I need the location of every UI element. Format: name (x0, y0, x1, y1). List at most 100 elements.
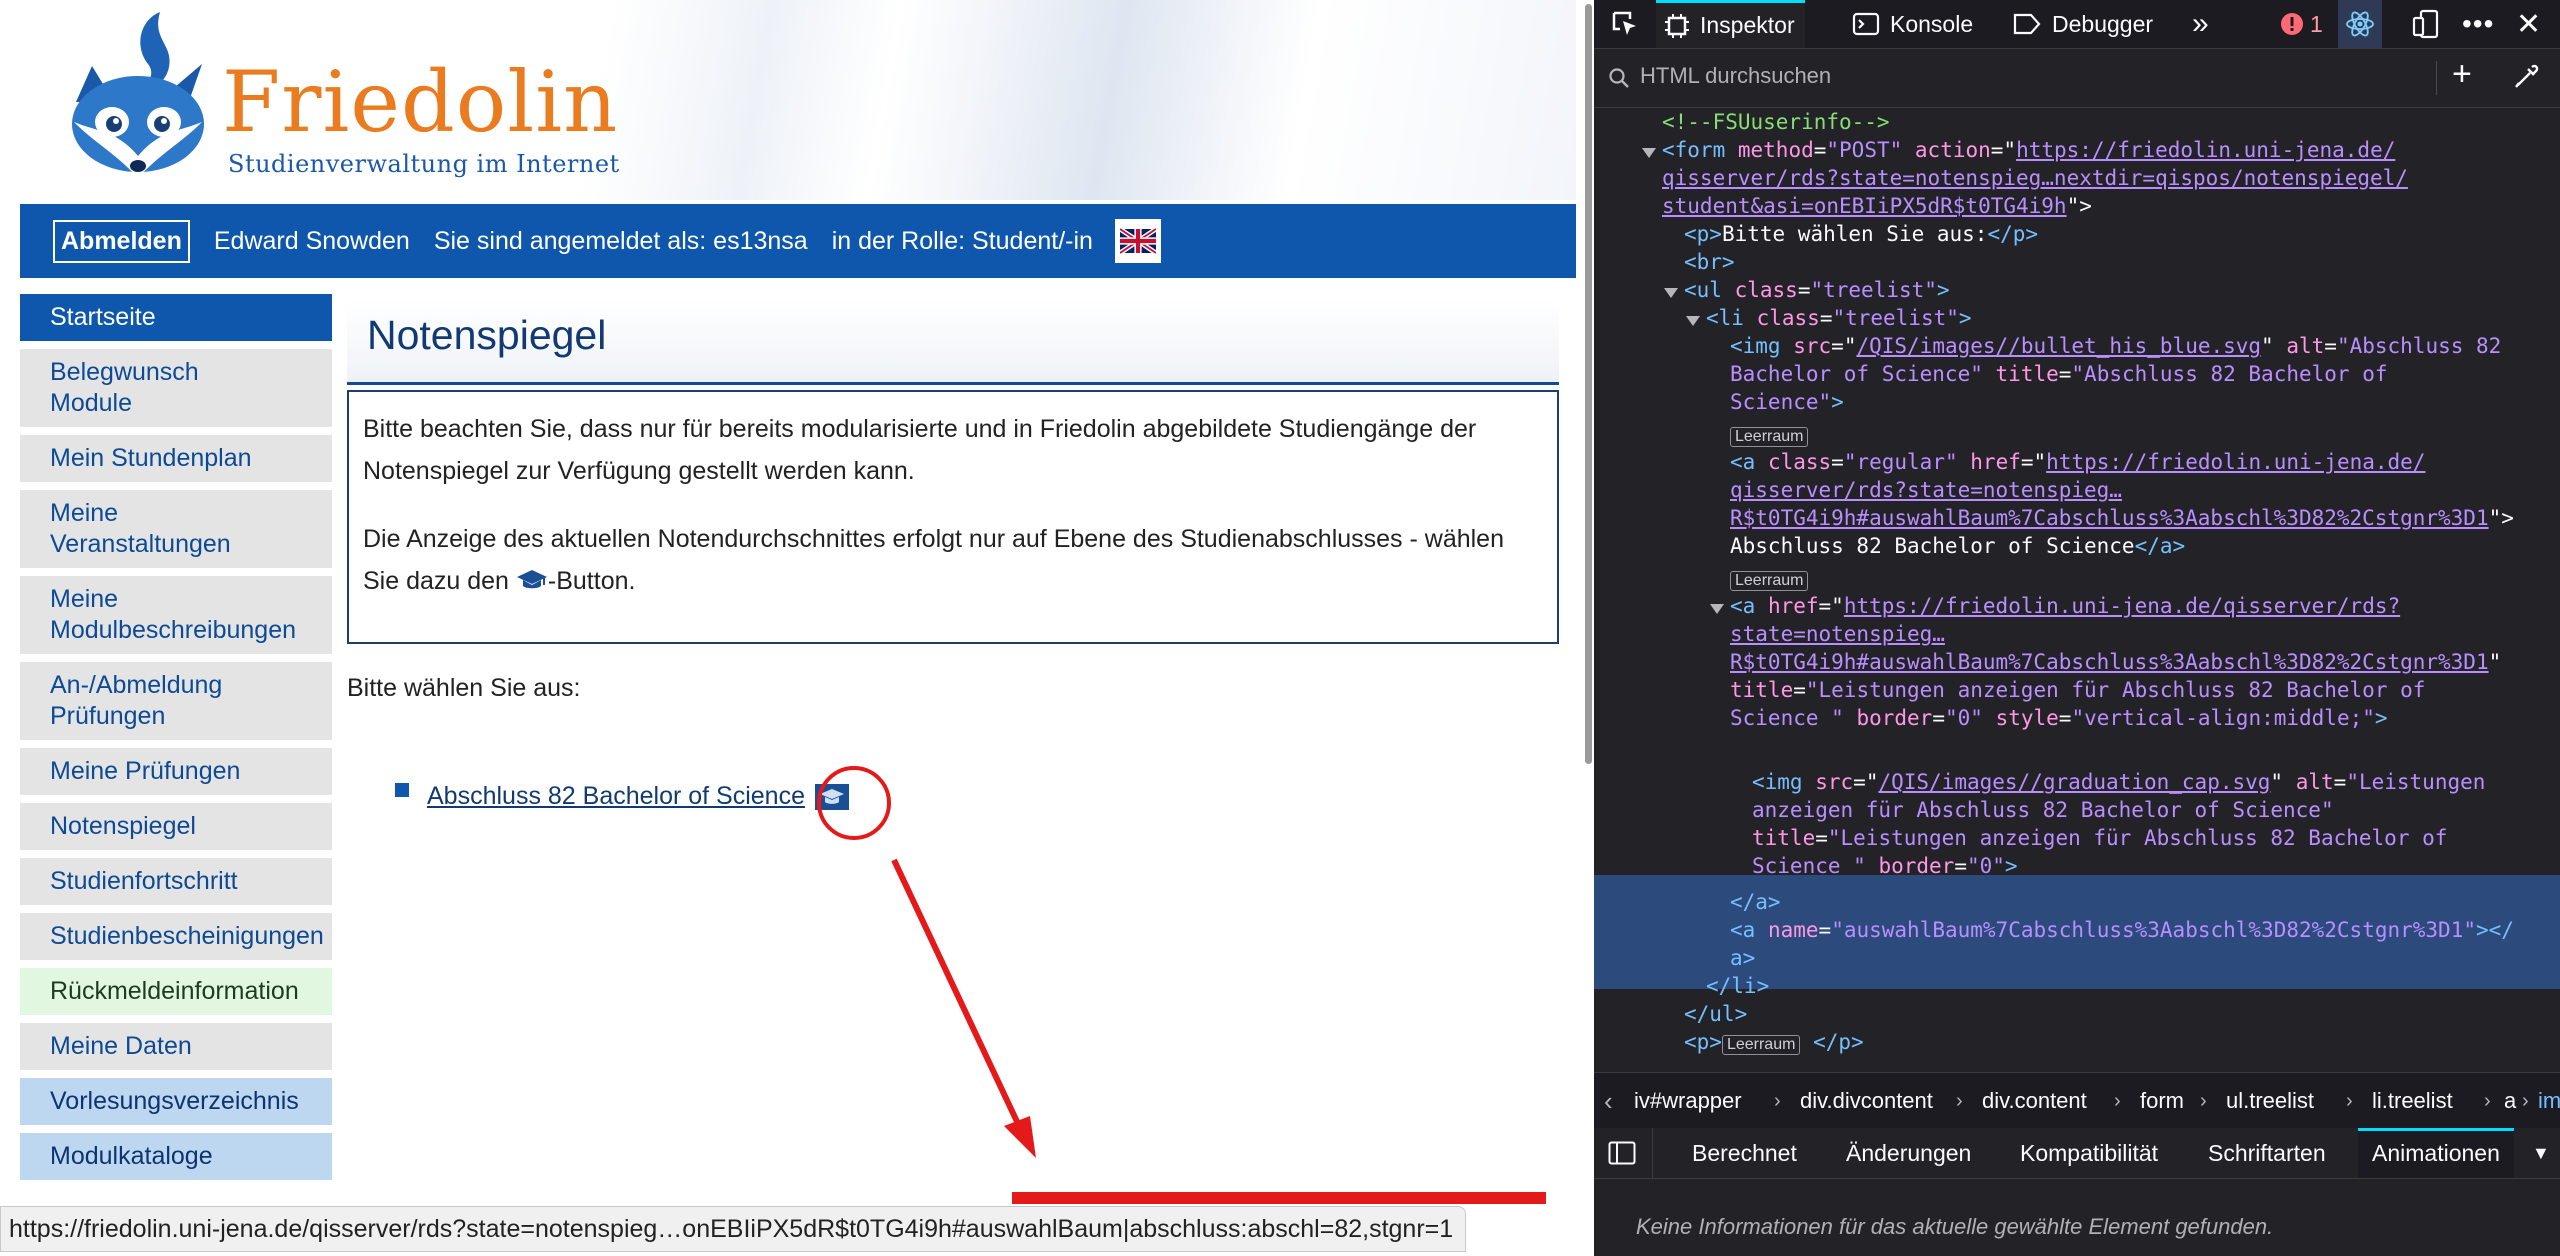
element-picker-icon[interactable] (1610, 0, 1640, 48)
tab-inspector[interactable]: Inspektor (1656, 0, 1805, 48)
sidebar-item-rueckmeldeinformation[interactable]: Rückmeldeinformation (20, 968, 332, 1015)
user-name: Edward Snowden (213, 226, 410, 255)
dom-node-li[interactable]: <li class="treelist"> (1706, 304, 1972, 332)
panel-tab-compatibility[interactable]: Kompatibilität (2020, 1128, 2158, 1178)
degree-tree-item: Abschluss 82 Bachelor of Science (395, 782, 849, 811)
responsive-mode-icon[interactable] (2412, 0, 2440, 48)
tab-inspector-label: Inspektor (1700, 12, 1795, 38)
dom-node-img-cap-line4: Science " border="0"> (1752, 854, 2018, 878)
link-status-bar: https://friedolin.uni-jena.de/qisserver/… (0, 1206, 1467, 1252)
dom-node-p-empty[interactable]: <p> Leerraum </p> (1684, 1028, 1864, 1056)
fox-mascot-icon (72, 12, 204, 178)
breadcrumb-separator-icon: › (1956, 1090, 1963, 1112)
html-search-input[interactable]: HTML durchsuchen (1640, 63, 1831, 89)
expand-triangle-icon[interactable] (1642, 148, 1656, 158)
login-info: Sie sind angemeldet als: es13nsa (433, 226, 808, 255)
react-devtools-icon[interactable] (2338, 0, 2382, 48)
sidebar-item-studienbescheinigungen[interactable]: Studienbescheinigungen (20, 913, 332, 960)
sidebar-item-stundenplan[interactable]: Mein Stundenplan (20, 435, 332, 482)
sidebar-item-studienfortschritt[interactable]: Studienfortschritt (20, 858, 332, 905)
dom-node-a-regular[interactable]: <a class="regular" href="https://friedol… (1730, 448, 2425, 476)
toggle-sidebar-icon[interactable] (1608, 1141, 1636, 1165)
breadcrumb-item[interactable]: li.treelist (2372, 1073, 2453, 1129)
graduation-cap-icon (516, 570, 547, 589)
breadcrumb-item[interactable]: iv#wrapper (1634, 1073, 1742, 1129)
panel-tabs-overflow-icon[interactable]: ▼ (2532, 1128, 2550, 1178)
degree-link[interactable]: Abschluss 82 Bachelor of Science (427, 782, 805, 811)
sidebar-nav: Startseite Belegwunsch Module Mein Stund… (20, 294, 332, 1188)
panel-tab-changes[interactable]: Änderungen (1846, 1128, 1971, 1178)
sidebar-item-notenspiegel[interactable]: Notenspiegel (20, 803, 332, 850)
tab-console[interactable]: Konsole (1852, 0, 1973, 48)
debugger-icon (2013, 13, 2041, 35)
breadcrumb-item[interactable]: div.divcontent (1800, 1073, 1933, 1129)
dom-node-img-cap-line3: title="Leistungen anzeigen für Abschluss… (1752, 826, 2448, 850)
sidebar-item-modulbeschreibungen[interactable]: Meine Modulbeschreibungen (20, 576, 332, 654)
more-options-icon[interactable]: ••• (2462, 0, 2494, 48)
breadcrumb-item[interactable]: div.content (1982, 1073, 2087, 1129)
inspector-icon (1665, 13, 1689, 38)
dom-node-a-anchor-close: a> (1730, 946, 1756, 970)
uk-flag-icon[interactable] (1114, 219, 1161, 263)
tab-debugger[interactable]: Debugger (2012, 0, 2153, 48)
breadcrumb-scroll-left-icon[interactable]: ‹ (1604, 1073, 1613, 1129)
breadcrumb-item[interactable]: ul.treelist (2226, 1073, 2314, 1129)
logout-button[interactable]: Abmelden (53, 219, 190, 263)
sidebar-panel-tabs: Berechnet Änderungen Kompatibilität Schr… (1594, 1128, 2560, 1179)
expand-triangle-icon[interactable] (1664, 288, 1678, 298)
panel-tab-computed[interactable]: Berechnet (1692, 1128, 1797, 1178)
page-title: Notenspiegel (367, 312, 607, 358)
dom-node-br[interactable]: <br> (1684, 248, 1735, 276)
devtools-toolbar: Inspektor Konsole Debugger » 1 ••• ✕ (1594, 0, 2560, 49)
expand-triangle-icon[interactable] (1710, 604, 1724, 614)
breadcrumb-separator-icon: › (1774, 1090, 1781, 1112)
sidebar-item-vorlesungsverzeichnis[interactable]: Vorlesungsverzeichnis (20, 1078, 332, 1125)
dom-node-form-action-3: student&asi=onEBIiPX5dR$t0TG4i9h"> (1662, 194, 2092, 218)
dom-node-a-cap[interactable]: <a href="https://friedolin.uni-jena.de/q… (1730, 592, 2400, 620)
sidebar-item-veranstaltungen[interactable]: Meine Veranstaltungen (20, 490, 332, 568)
role-info: in der Rolle: Student/-in (831, 226, 1093, 255)
expand-triangle-icon[interactable] (1686, 316, 1700, 326)
page-title-bar: Notenspiegel (347, 300, 1559, 385)
more-tabs-chevron-icon[interactable]: » (2192, 0, 2209, 48)
sidebar-item-modulkataloge[interactable]: Modulkataloge (20, 1133, 332, 1180)
choose-label: Bitte wählen Sie aus: (347, 674, 581, 702)
breadcrumb-item[interactable]: form (2140, 1073, 2184, 1129)
sidebar-item-startseite[interactable]: Startseite (20, 294, 332, 341)
uk-flag-graphic (1119, 228, 1156, 254)
dom-tree: <!--FSUuserinfo--> <form method="POST" a… (1594, 108, 2560, 1072)
dom-node-comment[interactable]: <!--FSUuserinfo--> (1662, 108, 1890, 136)
dom-node-form-action-2: qisserver/rds?state=notenspieg…nextdir=q… (1662, 166, 2408, 190)
html-search-bar[interactable]: HTML durchsuchen + (1594, 49, 2560, 108)
breadcrumb-item-selected[interactable]: img (2538, 1073, 2560, 1129)
error-icon (2281, 13, 2303, 35)
eyedropper-icon[interactable] (2512, 63, 2540, 91)
error-indicator[interactable]: 1 (2280, 0, 2323, 48)
dom-node-a-cap-line3: R$t0TG4i9h#auswahlBaum%7Cabschluss%3Aabs… (1730, 650, 2502, 674)
breadcrumb-separator-icon: › (2346, 1090, 2353, 1112)
dom-node-img-cap[interactable]: <img src="/QIS/images//graduation_cap.sv… (1752, 768, 2485, 796)
dom-breadcrumb: ‹ iv#wrapper › div.divcontent › div.cont… (1594, 1072, 2560, 1130)
panel-tab-animations[interactable]: Animationen (2358, 1128, 2514, 1178)
sidebar-item-pruefungen[interactable]: Meine Prüfungen (20, 748, 332, 795)
add-node-icon[interactable]: + (2452, 55, 2472, 94)
sidebar-item-pruefungsanmeldung[interactable]: An-/Abmeldung Prüfungen (20, 662, 332, 740)
breadcrumb-item[interactable]: a (2504, 1073, 2516, 1129)
dom-node-ul[interactable]: <ul class="treelist"> (1684, 276, 1950, 304)
panel-tabs-divider (1652, 1128, 1654, 1178)
sidebar-item-belegwunsch[interactable]: Belegwunsch Module (20, 349, 332, 427)
dom-node-a-anchor[interactable]: <a name="auswahlBaum%7Cabschluss%3Aabsch… (1730, 916, 2514, 944)
dom-node-p[interactable]: <p>Bitte wählen Sie aus:</p> (1684, 220, 2038, 248)
dom-node-a-cap-line2: state=notenspieg… (1730, 622, 1945, 646)
sidebar-item-meine-daten[interactable]: Meine Daten (20, 1023, 332, 1070)
dom-node-img-bullet[interactable]: <img src="/QIS/images//bullet_his_blue.s… (1730, 332, 2501, 360)
panel-tab-fonts[interactable]: Schriftarten (2208, 1128, 2326, 1178)
dom-node-form[interactable]: <form method="POST" action="https://frie… (1662, 136, 2395, 164)
tab-console-label: Konsole (1890, 10, 1974, 37)
search-icon (1609, 68, 1629, 88)
dom-node-li-close: </li> (1706, 974, 1770, 998)
page-scrollbar-thumb[interactable] (1585, 4, 1592, 764)
close-devtools-icon[interactable]: ✕ (2516, 0, 2541, 48)
notice-paragraph-2-end: -Button. (547, 567, 636, 595)
dom-node-a-cap-close: </a> (1730, 890, 1781, 914)
